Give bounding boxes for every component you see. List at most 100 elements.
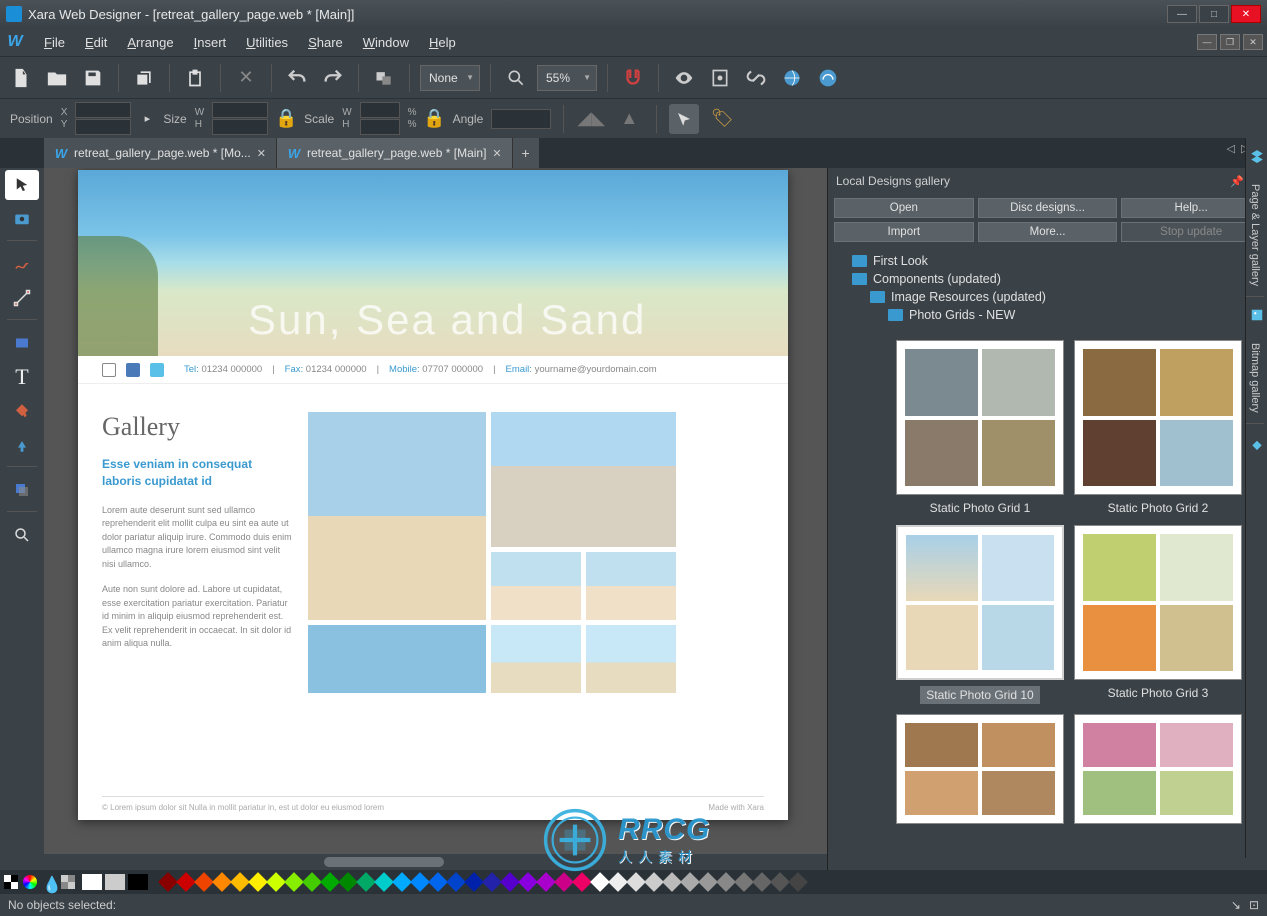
photo-grid[interactable] (308, 412, 764, 693)
page-layer-icon[interactable] (1246, 144, 1267, 168)
bitmap-icon[interactable] (1246, 303, 1267, 327)
grid-photo-main[interactable] (308, 412, 486, 620)
color-picker-icon[interactable] (23, 875, 37, 889)
color-swatch[interactable] (644, 872, 664, 892)
color-swatch[interactable] (608, 872, 628, 892)
snap-icon[interactable] (618, 63, 648, 93)
color-swatch[interactable] (464, 872, 484, 892)
color-swatch[interactable] (626, 872, 646, 892)
minimize-button[interactable]: — (1167, 5, 1197, 23)
tree-first-look[interactable]: First Look (834, 252, 1261, 270)
color-swatch[interactable] (176, 872, 196, 892)
menu-arrange[interactable]: Arrange (117, 31, 183, 54)
no-color-swatch[interactable] (4, 875, 18, 889)
color-swatch[interactable] (500, 872, 520, 892)
paste-icon[interactable] (180, 63, 210, 93)
thumb-grid-2[interactable]: Static Photo Grid 2 (1074, 340, 1242, 515)
preview-page-icon[interactable] (705, 63, 735, 93)
color-swatch[interactable] (338, 872, 358, 892)
color-swatch[interactable] (698, 872, 718, 892)
help-button[interactable]: Help... (1121, 198, 1261, 218)
thumb-grid-3[interactable]: Static Photo Grid 3 (1074, 525, 1242, 704)
color-swatch[interactable] (554, 872, 574, 892)
menu-insert[interactable]: Insert (184, 31, 237, 54)
profile-dropdown[interactable]: None (420, 65, 480, 91)
arrow-icon[interactable] (669, 104, 699, 134)
twitter-icon[interactable] (150, 363, 164, 377)
menu-file[interactable]: File (34, 31, 75, 54)
eyedropper-icon[interactable]: 💧 (42, 875, 56, 889)
close-icon[interactable]: ✕ (492, 147, 501, 160)
scale-lock-icon[interactable]: 🔒 (425, 104, 445, 134)
email-icon[interactable] (102, 363, 116, 377)
open-button[interactable]: Open (834, 198, 974, 218)
white-swatch[interactable] (82, 874, 102, 890)
grid-photo-3[interactable] (491, 552, 581, 620)
more-button[interactable]: More... (978, 222, 1118, 242)
tab-document-2[interactable]: W retreat_gallery_page.web * [Main] ✕ (277, 138, 513, 168)
flip-v-icon[interactable]: ▲ (614, 104, 644, 134)
grid-photo-5[interactable] (308, 625, 486, 693)
grid-photo-6[interactable] (491, 625, 581, 693)
grid-photo-2[interactable] (491, 412, 676, 547)
mdi-minimize-button[interactable]: — (1197, 34, 1217, 50)
color-swatch[interactable] (158, 872, 178, 892)
thumb-grid-1[interactable]: Static Photo Grid 1 (896, 340, 1064, 515)
color-swatch[interactable] (788, 872, 808, 892)
canvas[interactable]: Sun, Sea and Sand Tel: 01234 000000 | Fa… (44, 168, 827, 870)
menu-edit[interactable]: Edit (75, 31, 117, 54)
redo-icon[interactable] (318, 63, 348, 93)
color-swatch[interactable] (230, 872, 250, 892)
page[interactable]: Sun, Sea and Sand Tel: 01234 000000 | Fa… (78, 170, 788, 820)
color-swatch[interactable] (356, 872, 376, 892)
new-tab-button[interactable]: + (513, 138, 539, 168)
menu-share[interactable]: Share (298, 31, 353, 54)
lock-aspect-icon[interactable]: 🔒 (276, 104, 296, 134)
photo-tool-icon[interactable] (5, 204, 39, 234)
zoom-tool-icon[interactable] (5, 520, 39, 550)
color-swatch[interactable] (770, 872, 790, 892)
gray-swatch[interactable] (105, 874, 125, 890)
color-swatch[interactable] (446, 872, 466, 892)
new-icon[interactable] (6, 63, 36, 93)
copy-icon[interactable] (129, 63, 159, 93)
angle-input[interactable] (491, 109, 551, 129)
color-swatch[interactable] (374, 872, 394, 892)
color-swatch[interactable] (428, 872, 448, 892)
size-w-input[interactable] (212, 102, 268, 118)
open-icon[interactable] (42, 63, 72, 93)
tab-document-1[interactable]: W retreat_gallery_page.web * [Mo... ✕ (44, 138, 277, 168)
link-icon[interactable] (741, 63, 771, 93)
close-button[interactable]: ✕ (1231, 5, 1261, 23)
delete-icon[interactable]: ✕ (231, 63, 261, 93)
zoom-dropdown[interactable]: 55% (537, 65, 597, 91)
menu-help[interactable]: Help (419, 31, 466, 54)
color-swatch[interactable] (662, 872, 682, 892)
pos-spinner-icon[interactable]: ▸ (139, 104, 155, 134)
color-swatch[interactable] (518, 872, 538, 892)
color-swatch[interactable] (194, 872, 214, 892)
selector-tool-icon[interactable] (5, 170, 39, 200)
color-swatch[interactable] (266, 872, 286, 892)
tag-icon[interactable]: 🏷 (707, 104, 737, 134)
color-swatch[interactable] (248, 872, 268, 892)
shadow-tool-icon[interactable] (5, 475, 39, 505)
export-icon[interactable] (777, 63, 807, 93)
zoom-tool-icon[interactable] (501, 63, 531, 93)
color-swatch[interactable] (212, 872, 232, 892)
line-tool-icon[interactable] (5, 283, 39, 313)
color-swatch[interactable] (752, 872, 772, 892)
rectangle-tool-icon[interactable] (5, 328, 39, 358)
color-swatch[interactable] (680, 872, 700, 892)
thumb-grid-next2[interactable] (1074, 714, 1242, 824)
pin-icon[interactable]: 📌 (1230, 175, 1244, 188)
save-icon[interactable] (78, 63, 108, 93)
thumb-grid-next1[interactable] (896, 714, 1064, 824)
pos-y-input[interactable] (75, 119, 131, 135)
flip-h-icon[interactable]: ◢◣ (576, 104, 606, 134)
color-swatch[interactable] (482, 872, 502, 892)
bitmap-tab[interactable]: Bitmap gallery (1246, 333, 1264, 424)
tab-prev-icon[interactable]: ◁ (1227, 142, 1235, 155)
color-swatch[interactable] (734, 872, 754, 892)
pos-x-input[interactable] (75, 102, 131, 118)
